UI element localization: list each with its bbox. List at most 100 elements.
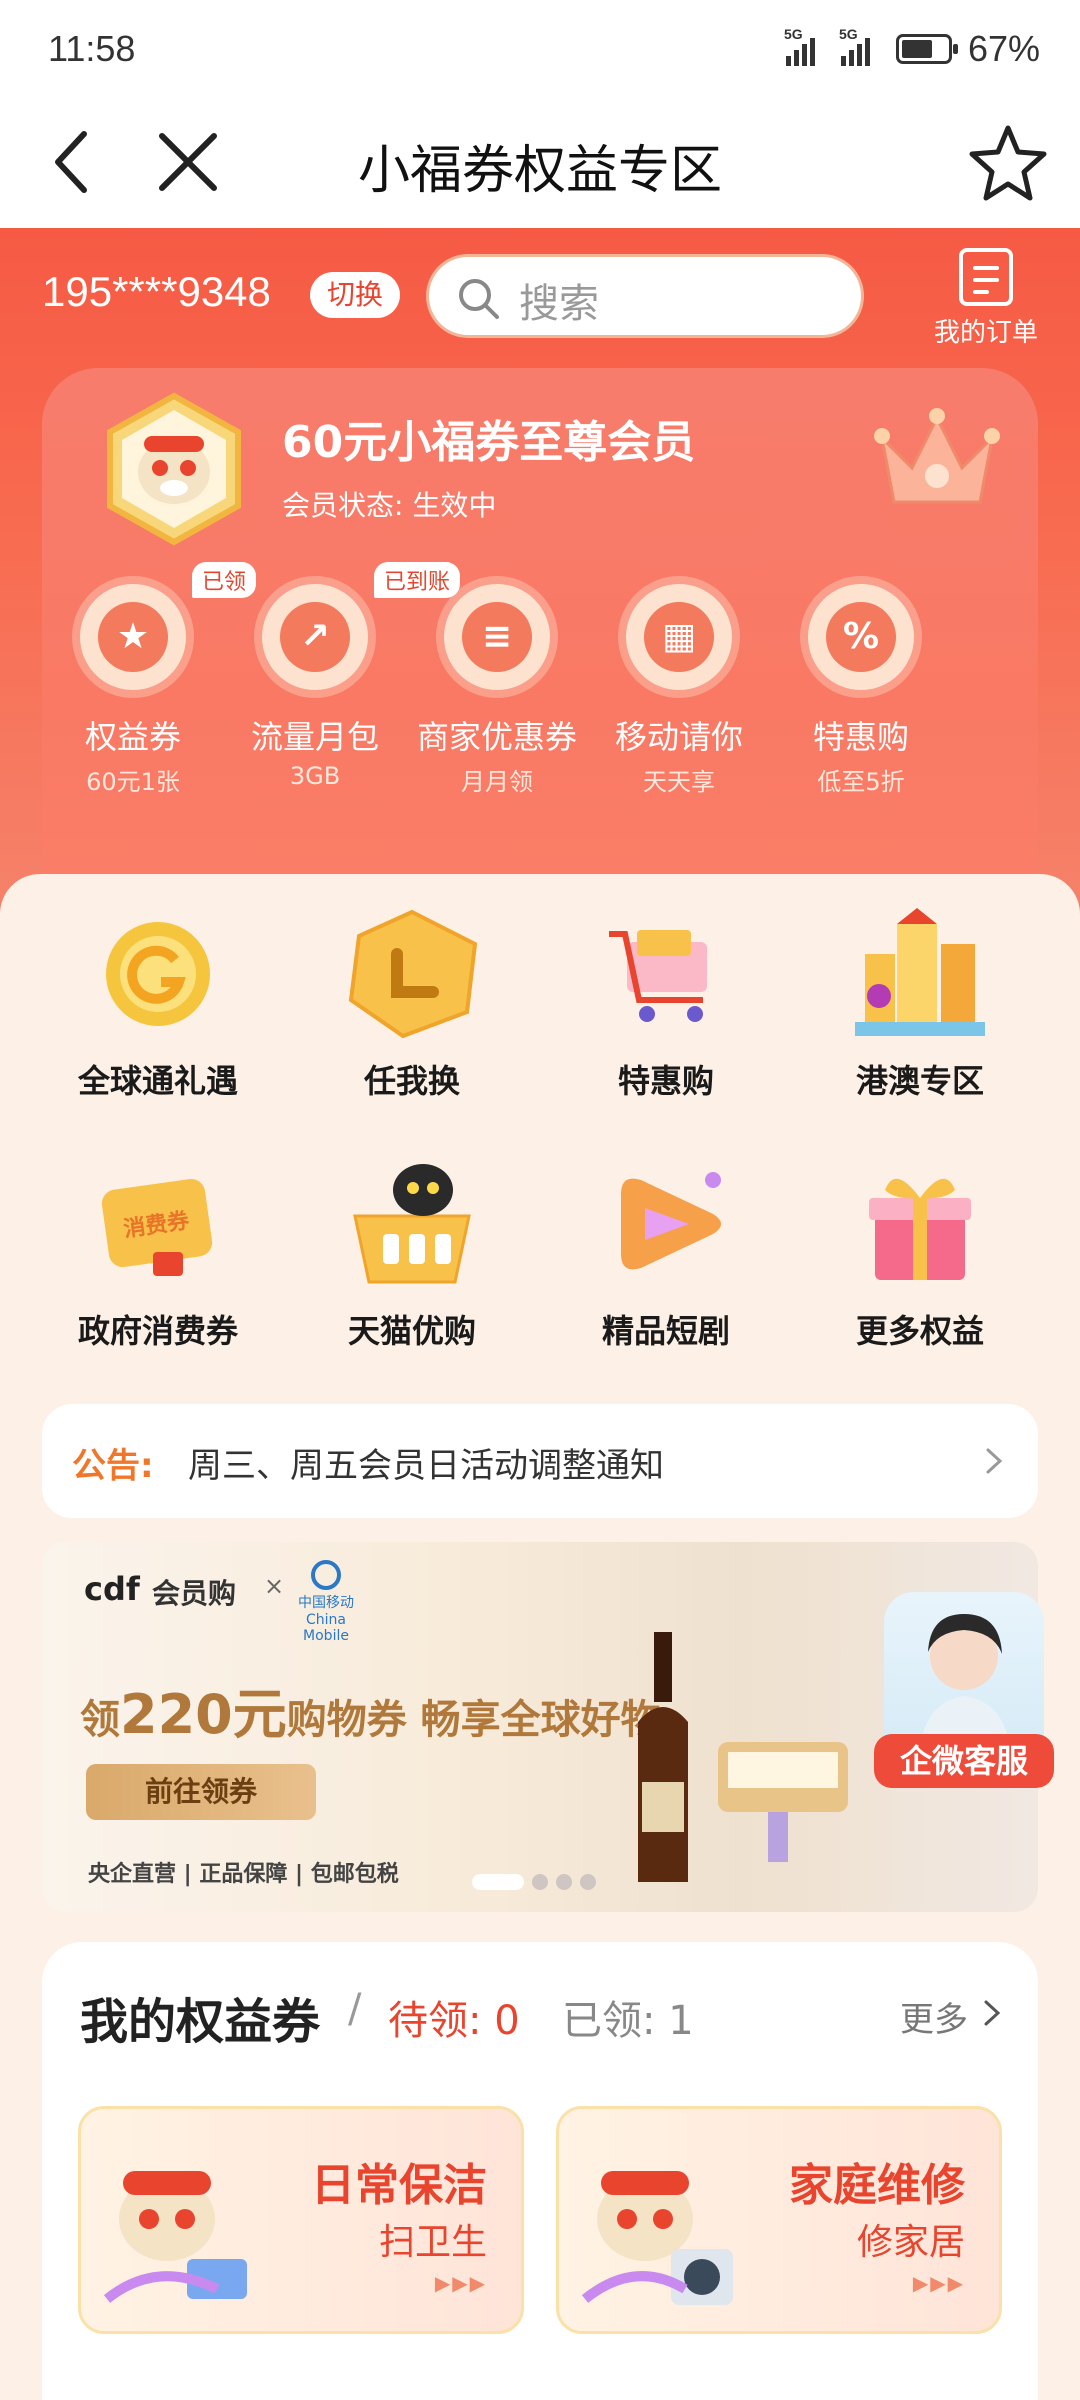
- member-card: 60元小福券至尊会员 会员状态: 生效中 ★ 已领 权益券 60元1张 ↗ 已到账 …: [42, 368, 1038, 928]
- grid-item-tmall[interactable]: 天猫优购: [282, 1154, 542, 1352]
- grid-label: 更多权益: [855, 1312, 984, 1350]
- grid-item-exchange[interactable]: 任我换: [282, 904, 542, 1102]
- my-orders-button[interactable]: 我的订单: [926, 248, 1046, 349]
- cdf-logo-sub: 会员购: [152, 1577, 237, 1610]
- battery-percent: 67%: [967, 28, 1040, 69]
- announcement-label: 公告:: [72, 1446, 154, 1486]
- coupon-subtitle: 修家居: [856, 2222, 965, 2263]
- data-drop-icon: ↗: [280, 602, 350, 672]
- grid-item-hk-macau[interactable]: 港澳专区: [790, 904, 1050, 1102]
- battery-icon: [895, 34, 958, 64]
- hero-header: 195****9348 切换 搜索 我的订单 60元小福券至尊会员 会员状态: …: [0, 228, 1080, 928]
- coupons-title: 我的权益券: [80, 1994, 321, 2050]
- partner-name: 中国移动: [298, 1595, 354, 1611]
- benefit-item[interactable]: ▦ 移动请你 天天享: [588, 584, 770, 797]
- grid-item-short-drama[interactable]: 精品短剧: [536, 1154, 796, 1352]
- ticket-icon: ≡: [462, 602, 532, 672]
- grid-label: 全球通礼遇: [77, 1062, 238, 1100]
- benefit-item[interactable]: % 特惠购 低至5折: [770, 584, 952, 797]
- benefit-item[interactable]: ★ 已领 权益券 60元1张: [42, 562, 257, 797]
- global-coin-icon: [106, 922, 210, 1026]
- claim-coupon-button[interactable]: 前往领券: [86, 1764, 316, 1820]
- grid-item-global[interactable]: 全球通礼遇: [28, 904, 288, 1102]
- tmall-basket-icon: [353, 1164, 471, 1284]
- crown-icon: [874, 408, 1000, 504]
- member-title: 60元小福券至尊会员: [282, 417, 696, 468]
- grid-label: 精品短剧: [601, 1312, 730, 1350]
- exchange-hexagon-icon: [348, 909, 478, 1039]
- shopping-cart-icon: [609, 930, 707, 1022]
- announcement-bar[interactable]: 公告: 周三、周五会员日活动调整通知: [42, 1404, 1038, 1518]
- benefit-item[interactable]: ↗ 已到账 流量月包 3GB: [224, 562, 461, 790]
- member-status: 会员状态: 生效中: [282, 489, 497, 522]
- chevron-right-icon[interactable]: [980, 1996, 1004, 2030]
- mascot-badge-icon: [107, 392, 241, 546]
- page-title: 小福券权益专区: [357, 141, 722, 201]
- coupons-divider: /: [348, 1986, 362, 2032]
- phone-number: 195****9348: [42, 268, 271, 315]
- grid-item-more-benefits[interactable]: 更多权益: [790, 1154, 1050, 1352]
- benefit-sub: 60元1张: [86, 768, 180, 796]
- support-agent-avatar-icon: [884, 1592, 1044, 1752]
- grid-label: 特惠购: [617, 1062, 714, 1100]
- my-coupons-section: 我的权益券 / 待领: 0 已领: 1 更多 日常保洁 扫卫生 ▶▶▶ 家庭维修…: [42, 1942, 1038, 2400]
- customer-service-label: 企微客服: [874, 1734, 1054, 1788]
- slogan-pre: 领: [80, 1697, 120, 1743]
- voucher-icon: 消费券: [101, 1178, 213, 1276]
- grid-label: 天猫优购: [347, 1312, 476, 1350]
- banner-slogan: 领220元购物券 畅享全球好物: [80, 1670, 661, 1749]
- mascot-repair-icon: [581, 2171, 733, 2305]
- benefit-name: 特惠购: [812, 718, 909, 756]
- mascot-cleaning-icon: [103, 2171, 247, 2303]
- collab-x: ×: [264, 1572, 285, 1600]
- coupon-card-repair[interactable]: 家庭维修 修家居 ▶▶▶: [556, 2106, 1002, 2334]
- benefit-sub: 低至5折: [817, 768, 905, 796]
- cosmetic-jar-image: [718, 1742, 848, 1862]
- nav-bar: 小福券权益专区: [0, 100, 1080, 228]
- benefit-name: 商家优惠券: [416, 718, 577, 756]
- coupons-claimed[interactable]: 已领: 1: [562, 1988, 694, 2046]
- content-panel: 全球通礼遇 任我换 特惠购 港澳专区 消费券 政府消费券 天猫优购 精品短剧 更: [0, 874, 1080, 2400]
- coupon-title: 家庭维修: [789, 2160, 965, 2211]
- favorite-star-icon[interactable]: [966, 120, 1050, 204]
- china-mobile-logo: 中国移动 China Mobile: [296, 1560, 356, 1644]
- order-list-icon: [959, 248, 1013, 306]
- slogan-post: 购物券 畅享全球好物: [286, 1697, 661, 1743]
- chevron-right-icon: [986, 1448, 1003, 1474]
- benefit-sub: 天天享: [643, 768, 715, 796]
- benefit-sub: 3GB: [289, 762, 341, 790]
- gift-box-icon: [869, 1178, 971, 1280]
- search-icon: [459, 279, 499, 319]
- benefit-name: 流量月包: [250, 718, 379, 756]
- gift-icon: ▦: [644, 602, 714, 672]
- star-bookmark-icon: ★: [98, 602, 168, 672]
- coupon-subtitle: 扫卫生: [378, 2222, 487, 2263]
- network-type-label-2: 5G: [838, 26, 858, 42]
- announcement-text: 周三、周五会员日活动调整通知: [188, 1446, 664, 1486]
- status-bar: 11:58 5G 5G 67%: [0, 0, 1080, 100]
- benefit-item[interactable]: ≡ 商家优惠券 月月领: [406, 584, 588, 797]
- coupon-card-cleaning[interactable]: 日常保洁 扫卫生 ▶▶▶: [78, 2106, 524, 2334]
- search-placeholder: 搜索: [519, 281, 599, 327]
- banner-features: 央企直营 | 正品保障 | 包邮包税: [88, 1862, 399, 1887]
- grid-label: 任我换: [363, 1062, 460, 1100]
- carousel-dots: [472, 1874, 596, 1890]
- cognac-bottle-image: [638, 1632, 688, 1882]
- customer-service-float[interactable]: 企微客服: [874, 1592, 1054, 1788]
- arrows-icon: ▶▶▶: [912, 2271, 965, 2295]
- status-icons: 5G 5G 67%: [784, 26, 1040, 70]
- search-bar[interactable]: 搜索: [426, 254, 864, 338]
- slogan-amount: 220元: [120, 1683, 287, 1746]
- signal-icon-2: 5G: [839, 26, 870, 66]
- status-time: 11:58: [48, 28, 136, 69]
- signal-icon: 5G: [784, 26, 815, 66]
- grid-item-gov-voucher[interactable]: 消费券 政府消费券: [28, 1154, 288, 1352]
- coupons-pending[interactable]: 待领: 0: [388, 1988, 520, 2046]
- benefit-name: 权益券: [84, 718, 181, 756]
- switch-account-button[interactable]: 切换: [310, 272, 400, 318]
- my-orders-label: 我的订单: [933, 318, 1038, 348]
- benefit-sub: 月月领: [461, 768, 533, 796]
- network-type-label: 5G: [783, 26, 803, 42]
- grid-item-special-buy[interactable]: 特惠购: [536, 904, 796, 1102]
- more-link[interactable]: 更多: [900, 1992, 968, 2041]
